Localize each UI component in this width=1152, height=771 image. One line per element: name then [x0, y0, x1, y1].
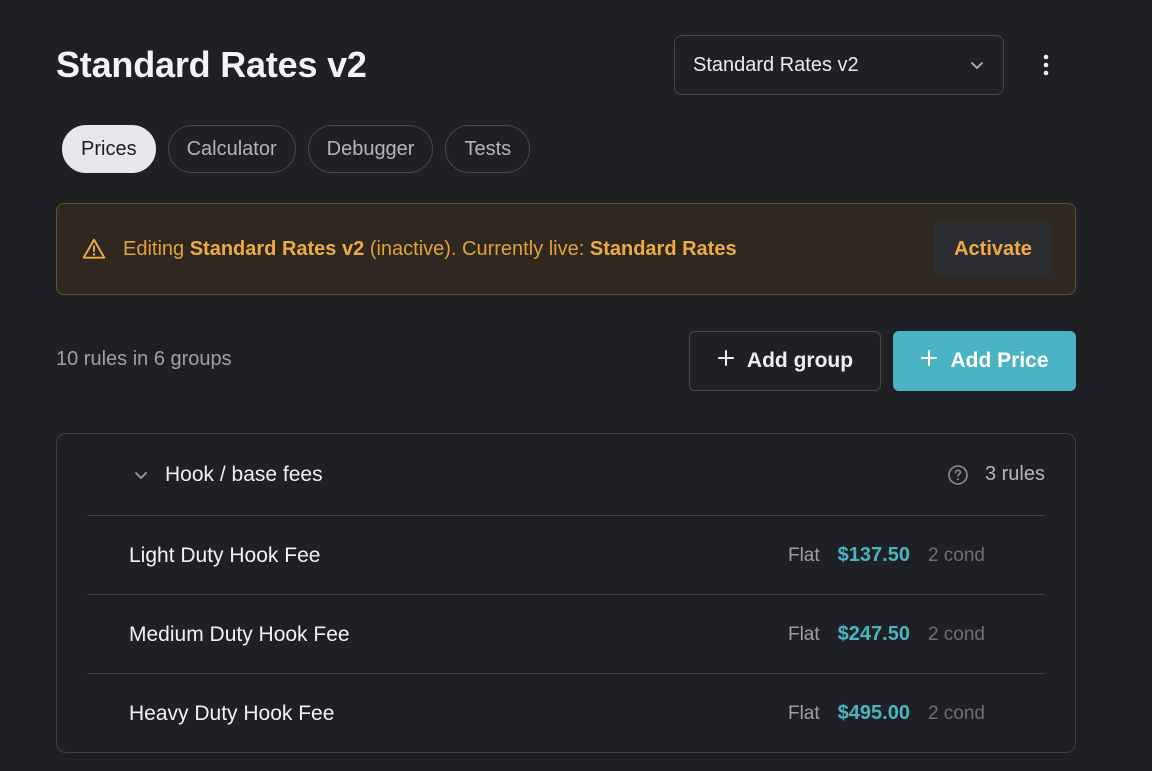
- version-select[interactable]: Standard Rates v2: [674, 35, 1004, 95]
- add-price-label: Add Price: [950, 349, 1049, 372]
- rule-price: $247.50: [837, 623, 910, 645]
- rule-price: $495.00: [837, 702, 910, 724]
- inactive-version-banner: Editing Standard Rates v2 (inactive). Cu…: [56, 203, 1076, 295]
- tab-bar: Prices Calculator Debugger Tests: [62, 125, 531, 173]
- add-group-label: Add group: [746, 349, 854, 372]
- rule-type: Flat: [787, 544, 820, 566]
- version-select-value: Standard Rates v2: [693, 53, 859, 76]
- tab-prices[interactable]: Prices: [62, 125, 156, 173]
- activate-button[interactable]: Activate: [934, 222, 1052, 276]
- tab-calculator[interactable]: Calculator: [167, 125, 296, 173]
- chevron-down-icon[interactable]: [133, 467, 149, 483]
- chevron-down-icon: [969, 57, 985, 73]
- tab-tests[interactable]: Tests: [445, 125, 531, 173]
- plus-icon: [920, 349, 938, 373]
- rule-conditions: 2 cond: [927, 702, 985, 724]
- rule-price: $137.50: [837, 544, 910, 566]
- rule-conditions: 2 cond: [927, 623, 985, 645]
- help-icon[interactable]: [947, 464, 969, 486]
- tab-debugger[interactable]: Debugger: [307, 125, 434, 173]
- rule-name: Medium Duty Hook Fee: [129, 622, 350, 646]
- rule-group-card: Hook / base fees 3 rules Light Duty Hook…: [56, 433, 1076, 753]
- banner-middle: (inactive). Currently live:: [364, 237, 590, 260]
- kebab-menu-icon[interactable]: [1030, 50, 1062, 80]
- rule-row[interactable]: Light Duty Hook Fee Flat $137.50 2 cond: [87, 515, 1045, 595]
- group-rule-count: 3 rules: [984, 463, 1045, 485]
- banner-editing-name: Standard Rates v2: [189, 237, 365, 260]
- rule-name: Light Duty Hook Fee: [129, 543, 321, 567]
- warning-icon: [81, 236, 107, 262]
- rule-type: Flat: [787, 702, 820, 724]
- add-price-button[interactable]: Add Price: [893, 331, 1076, 391]
- rule-name: Heavy Duty Hook Fee: [129, 701, 335, 725]
- banner-message: Editing Standard Rates v2 (inactive). Cu…: [123, 238, 934, 261]
- add-group-button[interactable]: Add group: [689, 331, 881, 391]
- group-name: Hook / base fees: [165, 462, 323, 486]
- plus-icon: [717, 349, 735, 373]
- rule-conditions: 2 cond: [927, 544, 985, 566]
- banner-live-name: Standard Rates: [589, 237, 737, 260]
- rule-type: Flat: [787, 623, 820, 645]
- banner-prefix: Editing: [123, 237, 190, 260]
- pricing-page: Standard Rates v2 Standard Rates v2 Pric…: [0, 0, 1152, 771]
- rule-row[interactable]: Heavy Duty Hook Fee Flat $495.00 2 cond: [87, 673, 1045, 753]
- page-title: Standard Rates v2: [56, 44, 367, 85]
- rule-row[interactable]: Medium Duty Hook Fee Flat $247.50 2 cond: [87, 594, 1045, 674]
- group-header[interactable]: Hook / base fees 3 rules: [57, 434, 1075, 515]
- rules-summary: 10 rules in 6 groups: [56, 348, 232, 370]
